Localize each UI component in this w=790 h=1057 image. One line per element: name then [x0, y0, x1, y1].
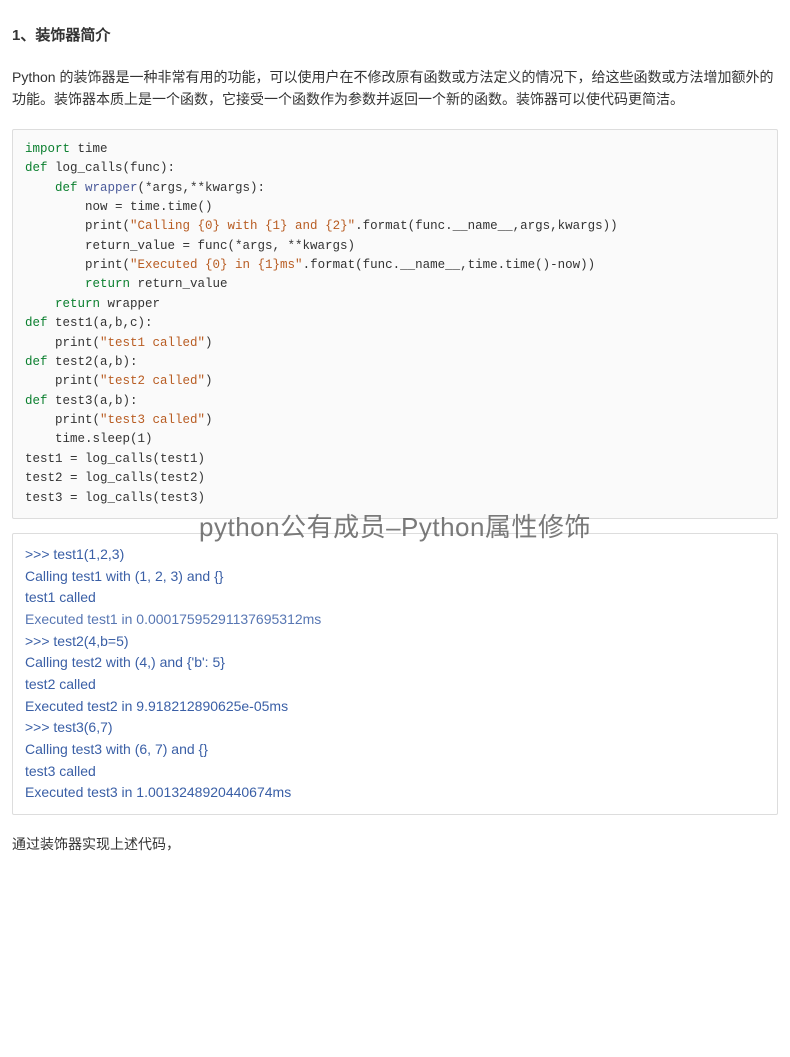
- code-token: ): [205, 413, 213, 427]
- code-token: "test3 called": [100, 413, 205, 427]
- code-token: def: [25, 355, 48, 369]
- output-line: >>> test3(6,7): [25, 717, 765, 739]
- code-token: test1 = log_calls(test1): [25, 452, 205, 466]
- section-heading: 1、装饰器简介: [12, 24, 778, 48]
- code-token: print(: [25, 336, 100, 350]
- output-line: Executed test3 in 1.0013248920440674ms: [25, 782, 765, 804]
- code-token: .format(func.__name__,time.time()-now)): [303, 258, 596, 272]
- code-token: def: [25, 181, 78, 195]
- code-token: time: [70, 142, 108, 156]
- code-token: def: [25, 161, 48, 175]
- code-token: test3 = log_calls(test3): [25, 491, 205, 505]
- output-line: Calling test3 with (6, 7) and {}: [25, 739, 765, 761]
- code-token: "Executed {0} in {1}ms": [130, 258, 303, 272]
- code-token: .format(func.__name__,args,kwargs)): [355, 219, 618, 233]
- output-line: Calling test1 with (1, 2, 3) and {}: [25, 566, 765, 588]
- code-token: return_value: [130, 277, 228, 291]
- code-token: print(: [25, 258, 130, 272]
- code-token: test2 = log_calls(test2): [25, 471, 205, 485]
- code-token: print(: [25, 374, 100, 388]
- output-block: >>> test1(1,2,3) Calling test1 with (1, …: [12, 533, 778, 815]
- code-token: ): [205, 374, 213, 388]
- output-line: Executed test1 in 0.00017595291137695312…: [25, 609, 765, 631]
- code-token: return: [25, 297, 100, 311]
- output-line: Calling test2 with (4,) and {'b': 5}: [25, 652, 765, 674]
- code-token: "test1 called": [100, 336, 205, 350]
- code-token: "test2 called": [100, 374, 205, 388]
- output-line: Executed test2 in 9.918212890625e-05ms: [25, 696, 765, 718]
- code-token: wrapper: [100, 297, 160, 311]
- output-line: >>> test1(1,2,3): [25, 544, 765, 566]
- output-line: test2 called: [25, 674, 765, 696]
- code-token: now = time.time(): [25, 200, 213, 214]
- code-token: return: [25, 277, 130, 291]
- outro-paragraph: 通过装饰器实现上述代码，: [12, 833, 778, 855]
- code-token: test2(a,b):: [48, 355, 138, 369]
- code-token: test1(a,b,c):: [48, 316, 153, 330]
- code-token: print(: [25, 413, 100, 427]
- code-token: return_value = func(*args, **kwargs): [25, 239, 355, 253]
- code-token: time.sleep(1): [25, 432, 153, 446]
- code-token: test3(a,b):: [48, 394, 138, 408]
- code-token: log_calls(func):: [48, 161, 176, 175]
- code-token: wrapper: [78, 181, 138, 195]
- code-token: (*args,**kwargs):: [138, 181, 266, 195]
- code-token: def: [25, 316, 48, 330]
- code-token: ): [205, 336, 213, 350]
- code-token: import: [25, 142, 70, 156]
- output-line: >>> test2(4,b=5): [25, 631, 765, 653]
- output-line: test1 called: [25, 587, 765, 609]
- code-token: "Calling {0} with {1} and {2}": [130, 219, 355, 233]
- intro-paragraph: Python 的装饰器是一种非常有用的功能，可以使用户在不修改原有函数或方法定义…: [12, 66, 778, 111]
- code-token: def: [25, 394, 48, 408]
- code-token: print(: [25, 219, 130, 233]
- code-block: import time def log_calls(func): def wra…: [12, 129, 778, 519]
- output-line: test3 called: [25, 761, 765, 783]
